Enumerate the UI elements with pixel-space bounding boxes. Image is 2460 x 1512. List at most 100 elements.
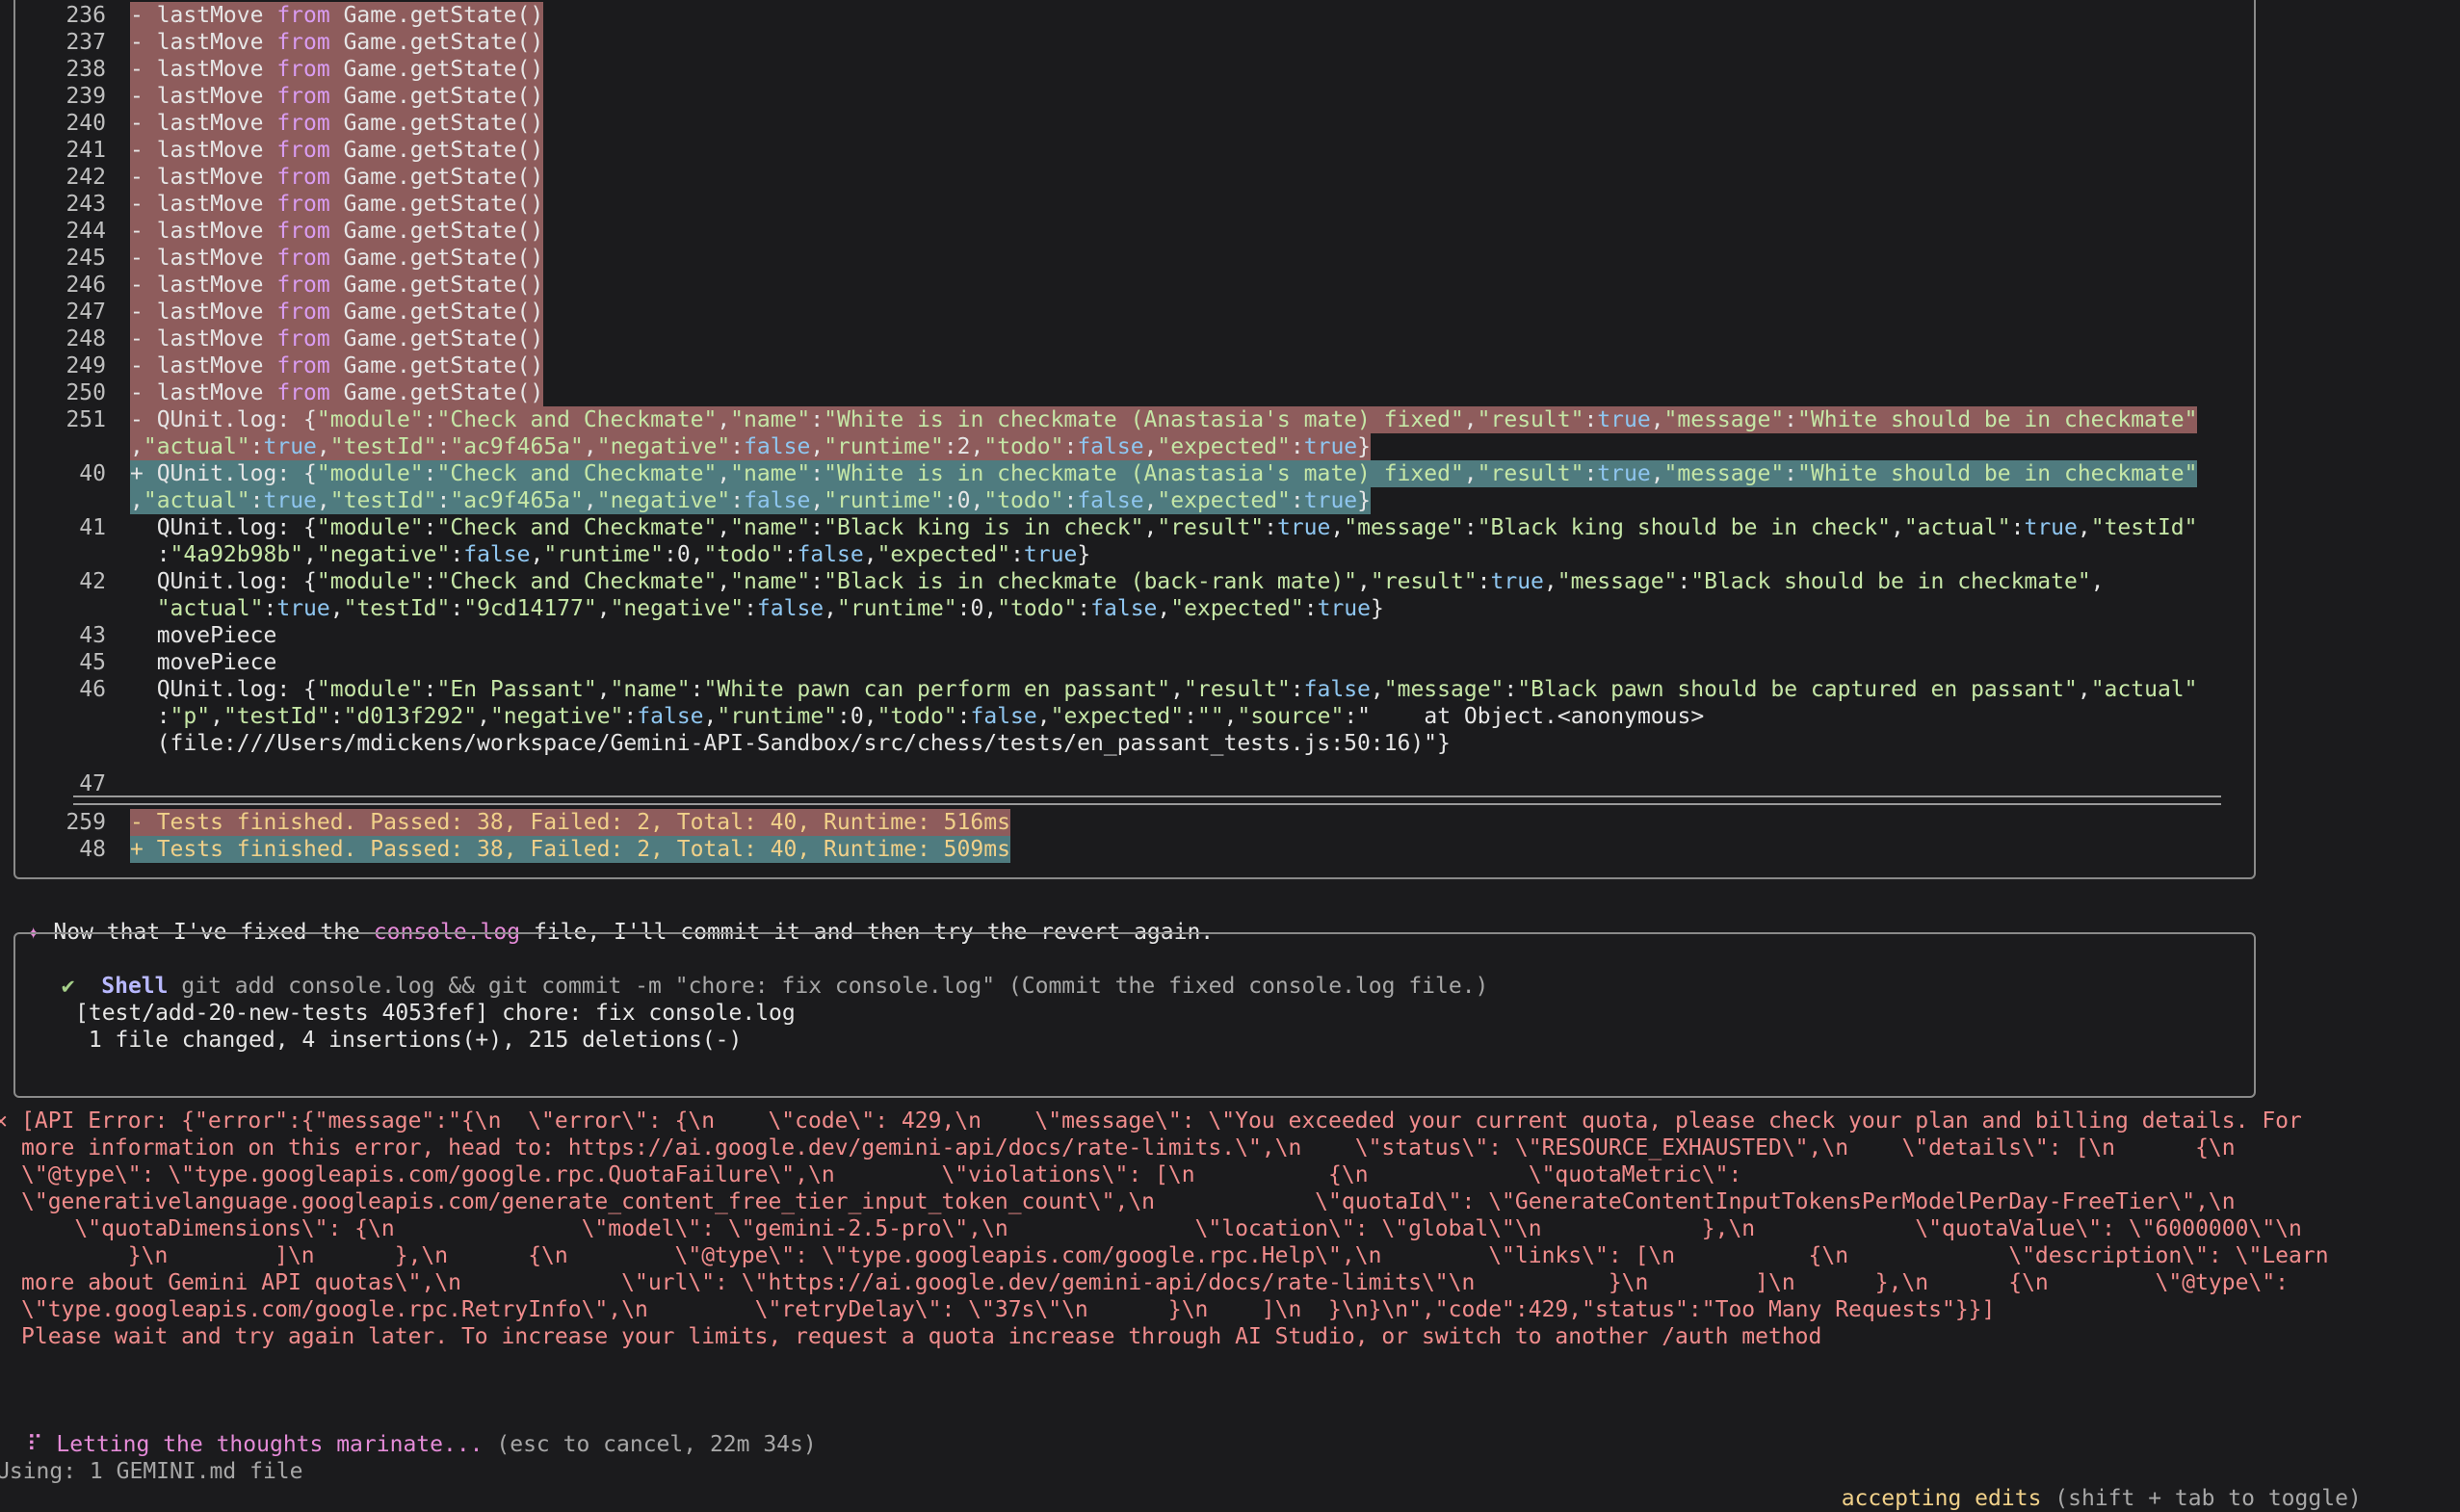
- line-content: movePiece: [130, 650, 277, 675]
- line-content: QUnit.log: {"module":"Check and Checkmat…: [130, 515, 2198, 540]
- line-content: - lastMove from Game.getState(): [130, 2, 544, 29]
- line-content: - lastMove from Game.getState(): [130, 56, 544, 83]
- diff-line: 243 - lastMove from Game.getState(): [0, 191, 2460, 218]
- diff-line: 241 - lastMove from Game.getState(): [0, 137, 2460, 164]
- diff-line: 238 - lastMove from Game.getState(): [0, 56, 2460, 83]
- diff-line: 46 QUnit.log: {"module":"En Passant","na…: [0, 676, 2460, 703]
- line-content: + QUnit.log: {"module":"Check and Checkm…: [130, 460, 2198, 487]
- diff-line: 47: [0, 770, 2460, 797]
- diff-line: 259 - Tests finished. Passed: 38, Failed:…: [0, 809, 2460, 836]
- line-number: 46: [79, 677, 106, 702]
- diff-line: :"p","testId":"d013f292","negative":fals…: [0, 703, 2460, 730]
- error-line: [API Error: {"error":{"message":"{\n \"e…: [21, 1108, 2302, 1134]
- line-number: 236: [65, 3, 106, 28]
- diff-line: 236 - lastMove from Game.getState(): [0, 2, 2460, 29]
- error-line: \"quotaDimensions\": {\n \"model\": \"ge…: [21, 1216, 2302, 1241]
- shell-header: ✔ Shell git add console.log && git commi…: [35, 946, 1489, 1000]
- diff-line: 42 QUnit.log: {"module":"Check and Check…: [0, 568, 2460, 595]
- diff-line: 40 + QUnit.log: {"module":"Check and Chec…: [0, 460, 2460, 487]
- line-content: - lastMove from Game.getState(): [130, 137, 544, 164]
- diff-line: :"4a92b98b","negative":false,"runtime":0…: [0, 541, 2460, 568]
- shell-output-line-2: 1 file changed, 4 insertions(+), 215 del…: [75, 1028, 743, 1053]
- diff-line: 242 - lastMove from Game.getState(): [0, 164, 2460, 191]
- error-prefix-icon: ✕: [0, 1108, 8, 1134]
- diff-separator: [73, 795, 2221, 805]
- context-files-info: Using: 1 GEMINI.md file: [0, 1459, 303, 1484]
- line-content: (file:///Users/mdickens/workspace/Gemini…: [130, 731, 1451, 756]
- edit-mode-indicator: accepting edits (shift + tab to toggle): [1815, 1458, 2362, 1512]
- line-number: 239: [65, 84, 106, 109]
- error-line: Please wait and try again later. To incr…: [21, 1324, 1822, 1349]
- line-content: QUnit.log: {"module":"Check and Checkmat…: [130, 569, 2105, 594]
- line-content: ,"actual":true,"testId":"ac9f465a","nega…: [130, 433, 1372, 460]
- shell-label: Shell: [101, 974, 169, 999]
- thinking-text: Letting the thoughts marinate...: [56, 1432, 484, 1457]
- error-line: more information on this error, head to:…: [21, 1135, 2236, 1160]
- line-number: 245: [65, 246, 106, 271]
- diff-line: 247 - lastMove from Game.getState(): [0, 299, 2460, 326]
- diff-line: (file:///Users/mdickens/workspace/Gemini…: [0, 730, 2460, 757]
- spinner-icon: ⠏: [26, 1432, 43, 1457]
- line-content: - lastMove from Game.getState(): [130, 191, 544, 218]
- shell-command: git add console.log && git commit -m "ch…: [181, 974, 1489, 999]
- diff-line: 240 - lastMove from Game.getState(): [0, 110, 2460, 137]
- line-number: 250: [65, 380, 106, 405]
- line-number: 248: [65, 326, 106, 352]
- error-line: }\n ]\n },\n {\n \"@type\": \"type.googl…: [21, 1243, 2329, 1268]
- line-number: 247: [65, 300, 106, 325]
- diff-line: 245 - lastMove from Game.getState(): [0, 245, 2460, 272]
- line-content: - lastMove from Game.getState(): [130, 379, 544, 406]
- line-number: 237: [65, 30, 106, 55]
- error-line: \"generativelanguage.googleapis.com/gene…: [21, 1189, 2236, 1214]
- diff-line: 239 - lastMove from Game.getState(): [0, 83, 2460, 110]
- line-number: 238: [65, 57, 106, 82]
- diff-line: "actual":true,"testId":"9cd14177","negat…: [0, 595, 2460, 622]
- line-number: 246: [65, 273, 106, 298]
- diff-line: 45 movePiece: [0, 649, 2460, 676]
- line-number: 249: [65, 353, 106, 378]
- line-content: - lastMove from Game.getState(): [130, 299, 544, 326]
- line-number: 43: [79, 623, 106, 648]
- diff-line: 237 - lastMove from Game.getState(): [0, 29, 2460, 56]
- diff-line: 246 - lastMove from Game.getState(): [0, 272, 2460, 299]
- line-number: 45: [79, 650, 106, 675]
- line-number: 244: [65, 219, 106, 244]
- diff-line: ,"actual":true,"testId":"ac9f465a","nega…: [0, 487, 2460, 514]
- line-number: 241: [65, 138, 106, 163]
- line-content: - lastMove from Game.getState(): [130, 218, 544, 245]
- line-content: - lastMove from Game.getState(): [130, 29, 544, 56]
- diff-line: 43 movePiece: [0, 622, 2460, 649]
- diff-line: ,"actual":true,"testId":"ac9f465a","nega…: [0, 433, 2460, 460]
- assistant-message: ✦ Now that I've fixed the console.log fi…: [0, 892, 1214, 945]
- line-number: 40: [79, 461, 106, 486]
- edit-mode-hint: (shift + tab to toggle): [2054, 1486, 2362, 1511]
- diff-line: 48 + Tests finished. Passed: 38, Failed: …: [0, 836, 2460, 863]
- line-content: :"p","testId":"d013f292","negative":fals…: [130, 704, 1705, 729]
- line-content: ,"actual":true,"testId":"ac9f465a","nega…: [130, 487, 1372, 514]
- line-content: - lastMove from Game.getState(): [130, 110, 544, 137]
- line-number: 240: [65, 111, 106, 136]
- diff-line: 249 - lastMove from Game.getState(): [0, 352, 2460, 379]
- line-content: - lastMove from Game.getState(): [130, 326, 544, 352]
- diff-line: 248 - lastMove from Game.getState(): [0, 326, 2460, 352]
- line-number: 259: [65, 810, 106, 835]
- edit-mode-label: accepting edits: [1841, 1486, 2042, 1511]
- line-content: - QUnit.log: {"module":"Check and Checkm…: [130, 406, 2198, 433]
- line-number: 47: [79, 771, 106, 796]
- line-content: :"4a92b98b","negative":false,"runtime":0…: [130, 542, 1091, 567]
- thinking-status: ⠏ Letting the thoughts marinate... (esc …: [0, 1404, 817, 1458]
- check-icon: ✔: [61, 974, 75, 999]
- line-content: - lastMove from Game.getState(): [130, 245, 544, 272]
- line-content: + Tests finished. Passed: 38, Failed: 2,…: [130, 836, 1010, 863]
- line-content: - lastMove from Game.getState(): [130, 272, 544, 299]
- line-content: "actual":true,"testId":"9cd14177","negat…: [156, 596, 1384, 621]
- diff-line: 244 - lastMove from Game.getState(): [0, 218, 2460, 245]
- line-content: movePiece: [130, 623, 277, 648]
- error-line: \"@type\": \"type.googleapis.com/google.…: [21, 1162, 1742, 1187]
- line-content: - lastMove from Game.getState(): [130, 164, 544, 191]
- cancel-hint: (esc to cancel, 22m 34s): [496, 1432, 817, 1457]
- line-number: 243: [65, 192, 106, 217]
- line-number: 48: [79, 837, 106, 862]
- diff-line: 41 QUnit.log: {"module":"Check and Check…: [0, 514, 2460, 541]
- line-number: 251: [65, 407, 106, 432]
